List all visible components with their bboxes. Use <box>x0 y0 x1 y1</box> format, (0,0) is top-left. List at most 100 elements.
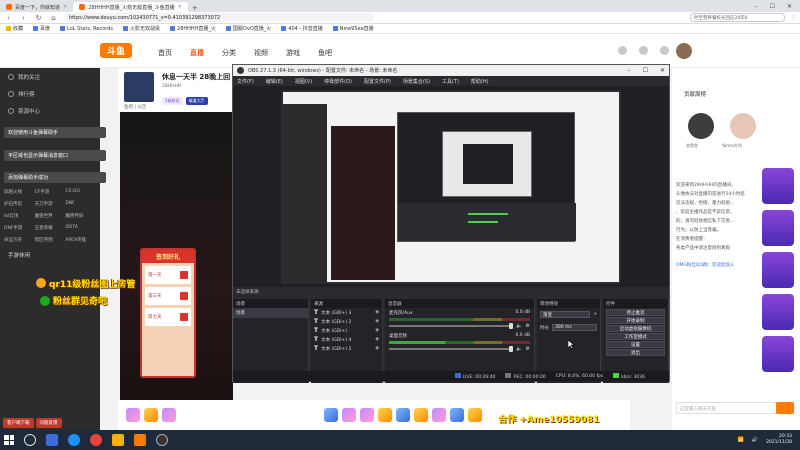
source-item[interactable]: T 文本 (GDI+) 5 ◉ <box>311 344 382 353</box>
browser-tab[interactable]: 百度一下，你就知道 ✕ <box>0 2 73 12</box>
gear-icon[interactable]: ⚙ <box>526 346 530 352</box>
obs-app-icon[interactable] <box>156 434 168 446</box>
studio-mode-button[interactable]: 工作室模式 <box>606 333 665 340</box>
nav-live[interactable]: 直播 <box>190 48 204 58</box>
browser-tab-active[interactable]: 28HHHH直播_火箭无敌直播_斗鱼直播 ✕ <box>73 2 188 12</box>
category-item[interactable]: APEX英雄 <box>65 237 96 243</box>
nav-category[interactable]: 分类 <box>222 48 236 58</box>
source-item[interactable]: T 文本 (GDI+) 4 ◉ <box>311 335 382 344</box>
new-tab-icon[interactable]: + <box>188 4 202 12</box>
rank-avatar[interactable] <box>730 113 756 139</box>
source-item[interactable]: T 文本 (GDI+) 2 ◉ <box>311 317 382 326</box>
duration-input[interactable]: 300 ms <box>552 324 597 331</box>
speaker-icon[interactable]: 🔈 <box>516 323 522 329</box>
user-avatar[interactable] <box>676 43 692 59</box>
bookmark-item[interactable]: LoL Stats, Records <box>60 26 113 32</box>
category-item[interactable]: 炉石传说 <box>4 201 35 207</box>
category-item[interactable]: CF手游 <box>35 189 66 195</box>
rank-avatar[interactable] <box>688 113 714 139</box>
obs-menu-item[interactable]: 场景集合(S) <box>403 78 430 85</box>
stream-links[interactable]: 鱼吧 | 公告 <box>124 104 146 110</box>
history-icon[interactable] <box>618 46 627 55</box>
visibility-icon[interactable]: ◉ <box>375 319 379 324</box>
close-tab-icon[interactable]: ✕ <box>63 4 67 10</box>
nav-video[interactable]: 视频 <box>254 48 268 58</box>
category-item[interactable]: DNF手游 <box>4 225 35 231</box>
gift-icon[interactable] <box>324 408 338 422</box>
category-item[interactable]: 命运方舟 <box>4 237 35 243</box>
close-tab-icon[interactable]: ✕ <box>178 4 182 10</box>
sidebar-item-rank[interactable]: 排行榜 <box>0 85 100 102</box>
extensions-icon[interactable]: ⋮ <box>791 15 796 21</box>
promo-card[interactable] <box>762 252 794 288</box>
visibility-icon[interactable]: ◉ <box>375 337 379 342</box>
home-icon[interactable]: ⌂ <box>49 14 58 22</box>
obs-maximize-icon[interactable]: ☐ <box>643 67 648 74</box>
promo-card[interactable] <box>762 294 794 330</box>
gift-icon[interactable] <box>450 408 464 422</box>
nav-game[interactable]: 游戏 <box>286 48 300 58</box>
category-item[interactable]: 穿越火线 <box>4 189 35 195</box>
category-item[interactable]: DOTA <box>65 225 96 231</box>
virtual-camera-button[interactable]: 启动虚拟摄像机 <box>606 325 665 332</box>
maximize-window-icon[interactable]: ☐ <box>770 3 775 10</box>
nav-yuba[interactable]: 鱼吧 <box>318 48 332 58</box>
forward-icon[interactable]: › <box>19 14 28 22</box>
category-item[interactable]: 魔兽怀旧 <box>65 213 96 219</box>
promo-card[interactable] <box>762 336 794 372</box>
source-item[interactable]: T 文本 (GDI+) ◉ <box>311 326 382 335</box>
obs-menu-item[interactable]: 文件(F) <box>237 78 254 85</box>
bookmark-item[interactable]: 百度 <box>33 25 50 32</box>
gift-icon[interactable] <box>468 408 482 422</box>
gift-icon[interactable] <box>162 408 176 422</box>
gift-icon[interactable] <box>342 408 356 422</box>
obs-menu-item[interactable]: 停靠部件(D) <box>324 78 352 85</box>
add-icon[interactable]: + <box>593 312 597 317</box>
refresh-icon[interactable]: ↻ <box>34 14 43 22</box>
streamer-name[interactable]: 28HHHH <box>162 84 181 89</box>
douyu-logo[interactable]: 斗鱼 <box>100 43 132 58</box>
task-view-icon[interactable] <box>46 434 58 446</box>
obs-menu-item[interactable]: 视图(V) <box>295 78 312 85</box>
network-icon[interactable]: 📶 <box>738 437 744 443</box>
chrome-browser-icon[interactable] <box>90 434 102 446</box>
exit-button[interactable]: 退出 <box>606 349 665 356</box>
category-item[interactable]: CS:GO <box>65 189 96 195</box>
url-field[interactable]: https://www.douyu.com/102430771_s=0.4103… <box>64 13 374 22</box>
edge-browser-icon[interactable] <box>68 434 80 446</box>
volume-icon[interactable]: 🔊 <box>752 437 758 443</box>
transition-select[interactable]: 渐变 <box>540 311 591 318</box>
obs-minimize-icon[interactable]: – <box>628 67 631 74</box>
gift-icon[interactable] <box>414 408 428 422</box>
category-item[interactable]: 王者荣耀 <box>35 225 66 231</box>
message-icon[interactable] <box>660 46 669 55</box>
checkin-gift-banner[interactable]: 签到好礼 第一天 第三天 第七天 <box>140 248 196 378</box>
gift-icon[interactable] <box>126 408 140 422</box>
volume-slider[interactable] <box>389 346 514 352</box>
bookmark-item[interactable]: 火影无双战役 <box>123 25 160 32</box>
category-item[interactable]: DNF <box>65 201 96 207</box>
send-button[interactable] <box>776 402 794 414</box>
obs-preview[interactable] <box>281 90 621 284</box>
follow-icon[interactable] <box>639 46 648 55</box>
obs-menu-item[interactable]: 配置文件(P) <box>364 78 391 85</box>
visibility-icon[interactable]: ◉ <box>375 310 379 315</box>
category-item[interactable]: 魔兽世界 <box>35 213 66 219</box>
gear-icon[interactable]: ⚙ <box>526 323 530 329</box>
promo-card[interactable] <box>762 210 794 246</box>
stop-stream-button[interactable]: 停止推流 <box>606 309 665 316</box>
gift-icon[interactable] <box>396 408 410 422</box>
streamer-avatar[interactable] <box>124 72 154 102</box>
file-explorer-icon[interactable] <box>112 434 124 446</box>
sidebar-item-resources[interactable]: 资源中心 <box>0 102 100 119</box>
minimize-window-icon[interactable]: – <box>755 3 758 10</box>
scene-item[interactable]: 场景 <box>233 308 308 318</box>
obs-close-icon[interactable]: ✕ <box>660 67 665 74</box>
bookmark-item[interactable]: 404 - 抖音直播 <box>281 25 323 32</box>
bookmark-item[interactable]: Nine95ee直播 <box>332 25 374 32</box>
category-item[interactable]: 天刀手游 <box>35 201 66 207</box>
douyu-app-icon[interactable] <box>134 434 146 446</box>
windows-start-icon[interactable] <box>4 435 14 445</box>
chat-line[interactable]: OMG粉丝QQ群：欢迎您加入 <box>676 262 735 268</box>
close-window-icon[interactable]: ✕ <box>787 3 792 10</box>
